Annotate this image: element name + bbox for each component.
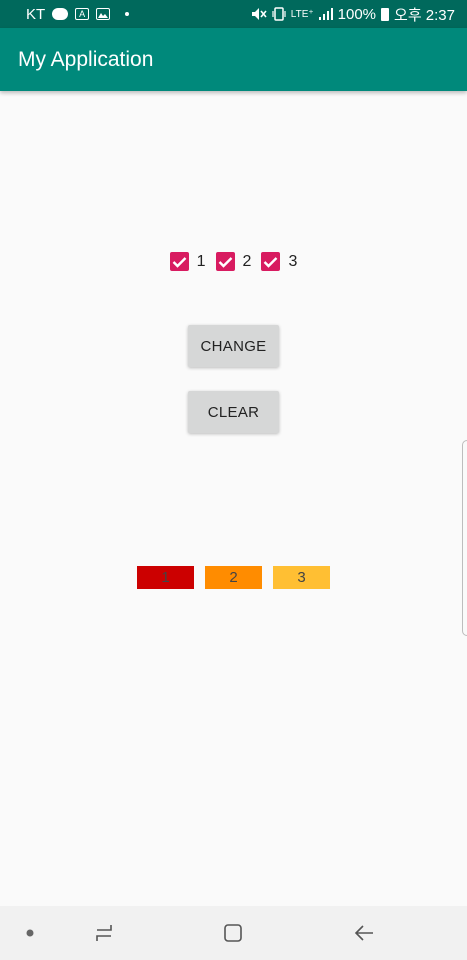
home-icon: [224, 924, 242, 942]
checkbox-label: 1: [196, 252, 206, 270]
dot-icon: [26, 929, 34, 937]
checkbox-checked-icon[interactable]: [215, 252, 235, 271]
clock: 오후 2:37: [394, 6, 455, 24]
checkbox-1[interactable]: 1: [169, 252, 206, 271]
more-notifications-icon: [125, 12, 130, 16]
chat-icon: [52, 8, 69, 20]
home-button[interactable]: [213, 906, 253, 960]
color-box-3: 3: [273, 566, 330, 589]
battery-percent: 100%: [337, 5, 377, 23]
color-box-1: 1: [137, 566, 194, 589]
status-right: LTE⁺ 100% 오후 2:37: [251, 4, 455, 25]
checkbox-label: 3: [288, 252, 298, 270]
checkbox-label: 2: [242, 252, 252, 270]
change-button[interactable]: CHANGE: [188, 325, 279, 367]
app-bar: My Application: [0, 28, 467, 91]
network-type-label: LTE⁺: [290, 8, 314, 20]
checkbox-checked-icon[interactable]: [261, 252, 281, 271]
app-notification-icon: A: [75, 8, 90, 20]
back-arrow-icon: [354, 925, 373, 941]
edge-panel-handle[interactable]: [462, 440, 467, 636]
color-box-row: 1 2 3: [137, 566, 330, 589]
carrier-label: KT: [26, 5, 46, 23]
app-notification-badge: A: [79, 9, 86, 19]
recent-apps-icon: [96, 925, 112, 941]
checkbox-3[interactable]: 3: [261, 252, 297, 271]
back-button[interactable]: [344, 906, 384, 960]
signal-icon: [318, 8, 333, 20]
checkbox-row: 1 2 3: [0, 252, 467, 271]
app-title: My Application: [18, 47, 154, 71]
clear-button[interactable]: CLEAR: [188, 391, 279, 433]
recent-apps-button[interactable]: [84, 906, 124, 960]
status-bar: KT A LTE⁺ 100% 오후 2:37: [0, 0, 467, 28]
image-icon: [96, 8, 111, 20]
mute-icon: [251, 8, 267, 20]
checkbox-2[interactable]: 2: [215, 252, 252, 271]
navigation-bar: [0, 906, 467, 960]
checkbox-checked-icon[interactable]: [169, 252, 189, 271]
status-left: KT A: [26, 5, 130, 23]
battery-icon: [381, 7, 390, 21]
vibrate-icon: [272, 7, 286, 21]
color-box-2: 2: [205, 566, 262, 589]
nav-dot-indicator: [16, 906, 44, 960]
